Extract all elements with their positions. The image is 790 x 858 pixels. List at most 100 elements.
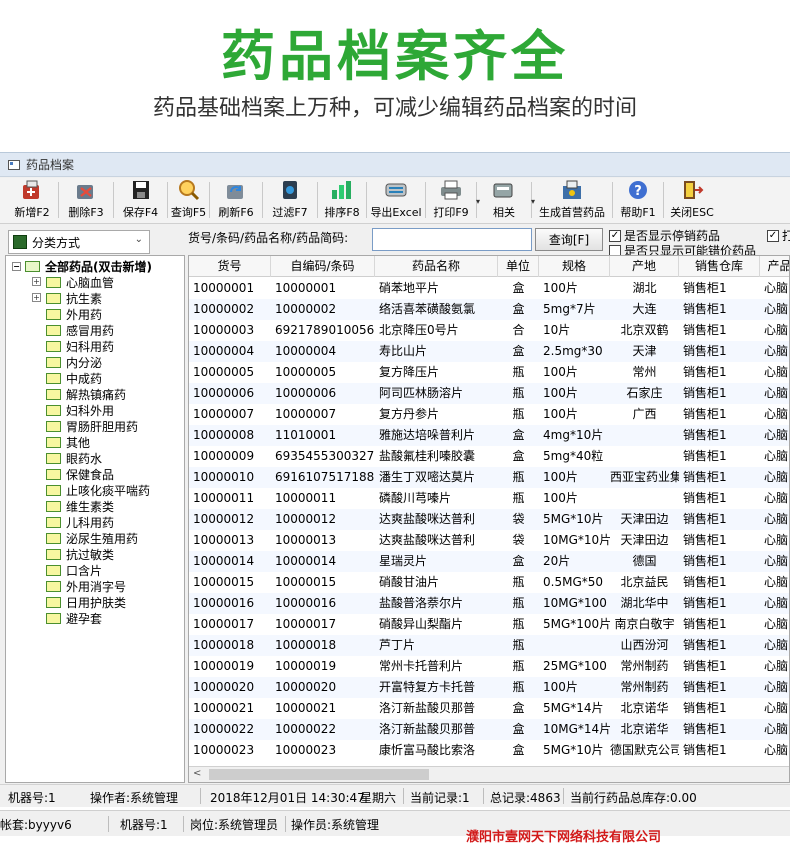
table-row[interactable]: 10000007 10000007 复方丹参片 瓶 100片 广西 销售柜1 心脑: [189, 404, 789, 425]
column-header[interactable]: 单位: [498, 256, 539, 277]
tree-item[interactable]: 妇科外用: [46, 402, 114, 418]
toolbar-label: 查询F5: [170, 206, 207, 219]
tree-item[interactable]: 解热镇痛药: [46, 386, 126, 402]
table-cell: 北京诺华: [620, 722, 669, 736]
table-row[interactable]: 10000012 10000012 达爽盐酸咪达普利 袋 5MG*10片 天津田边 销售柜1…: [189, 509, 789, 530]
table-row[interactable]: 10000006 10000006 阿司匹林肠溶片 瓶 100片 石家庄 销售柜1 心脑: [189, 383, 789, 404]
table-row[interactable]: 10000014 10000014 星瑞灵片 盒 20片 德国 销售柜1 心脑: [189, 551, 789, 572]
table-cell: 心脑: [764, 470, 789, 484]
related-button[interactable]: 相关 ▾: [479, 179, 535, 223]
folder-icon: [46, 308, 61, 320]
new-drug-button[interactable]: 新增F2: [8, 179, 56, 223]
expand-icon[interactable]: +: [32, 293, 41, 302]
tree-item[interactable]: 抗过敏类: [46, 546, 114, 562]
help-button[interactable]: ? 帮助F1: [615, 179, 661, 223]
column-header[interactable]: 自编码/条码: [271, 256, 375, 277]
query-button[interactable]: 查询[F]: [535, 228, 603, 251]
print-icon: [438, 178, 464, 202]
column-header[interactable]: 药品名称: [375, 256, 498, 277]
table-row[interactable]: 10000002 10000002 络活喜苯磺酸氨氯 盒 5mg*7片 大连 销售柜1 心脑: [189, 299, 789, 320]
tree-item[interactable]: 外用消字号: [46, 578, 126, 594]
table-row[interactable]: 10000019 10000019 常州卡托普利片 瓶 25MG*100 常州制药 销售柜1…: [189, 656, 789, 677]
table-cell: 销售柜1: [683, 701, 727, 715]
tree-item-label: 中成药: [66, 371, 103, 386]
tree-item[interactable]: 感冒用药: [46, 322, 114, 338]
table-row[interactable]: 10000008 11010001 雅施达培哚普利片 盒 4mg*10片 销售柜1 心脑: [189, 425, 789, 446]
table-row[interactable]: 10000003 6921789010056 北京降压0号片 合 10片 北京双鹤 销售柜1…: [189, 320, 789, 341]
table-row[interactable]: 10000015 10000015 硝酸甘油片 瓶 0.5MG*50 北京益民 销售柜1 心脑: [189, 572, 789, 593]
first-drug-button[interactable]: 生成首营药品: [534, 179, 610, 223]
table-cell: 瓶: [512, 659, 525, 673]
chevron-down-icon: ⌄: [134, 234, 143, 245]
table-cell: 10000013: [275, 533, 337, 547]
column-header[interactable]: 产地: [610, 256, 679, 277]
tree-item[interactable]: 心脑血管: [46, 274, 114, 290]
table-row[interactable]: 10000004 10000004 寿比山片 盒 2.5mg*30 天津 销售柜1 心脑: [189, 341, 789, 362]
tree-item[interactable]: 儿科用药: [46, 514, 114, 530]
table-row[interactable]: 10000009 6935455300327 盐酸氟桂利嗪胶囊 盒 5mg*40粒 销售柜…: [189, 446, 789, 467]
table-row[interactable]: 10000020 10000020 开富特复方卡托普 瓶 100片 常州制药 销售柜1 心脑: [189, 677, 789, 698]
table-cell: 10000021: [275, 701, 337, 715]
tree-item[interactable]: 眼药水: [46, 450, 102, 466]
extra-checkbox[interactable]: ✓ 打: [767, 227, 790, 244]
horizontal-scrollbar[interactable]: <: [189, 766, 789, 782]
tree-item[interactable]: 内分泌: [46, 354, 102, 370]
folder-icon: [46, 340, 61, 352]
status-bar: 机器号:1 操作者:系统管理 2018年12月01日 14:30:47 星期六 …: [0, 784, 790, 806]
table-row[interactable]: 10000010 6916107517188 潘生丁双嘧达莫片 瓶 100片 西亚宝药业集…: [189, 467, 789, 488]
toolbar-separator: [209, 182, 210, 218]
column-header[interactable]: 销售仓库: [679, 256, 760, 277]
tree-root[interactable]: − 全部药品(双击新增): [12, 258, 152, 275]
tree-item[interactable]: 保健食品: [46, 466, 114, 482]
toolbar-label: 相关: [493, 206, 515, 219]
collapse-icon[interactable]: −: [12, 262, 21, 271]
save-button[interactable]: 保存F4: [116, 179, 165, 223]
tree-item[interactable]: 胃肠肝胆用药: [46, 418, 138, 434]
print-button[interactable]: 打印F9 ▾: [428, 178, 480, 223]
tree-item[interactable]: 泌尿生殖用药: [46, 530, 138, 546]
table-row[interactable]: 10000001 10000001 硝苯地平片 盒 100片 湖北 销售柜1 心脑: [189, 278, 789, 299]
table-row[interactable]: 10000011 10000011 磷酸川芎嗪片 瓶 100片 销售柜1 心脑: [189, 488, 789, 509]
search-input[interactable]: [372, 228, 532, 251]
tree-item[interactable]: 维生素类: [46, 498, 114, 514]
table-cell: 德国默克公司: [610, 743, 679, 757]
tree-item[interactable]: 其他: [46, 434, 90, 450]
table-cell: 5MG*10片: [543, 743, 604, 757]
tree-item[interactable]: 抗生素: [46, 290, 102, 306]
table-row[interactable]: 10000023 10000023 康忻富马酸比索洛 盒 5MG*10片 德国默克公司 销售…: [189, 740, 789, 761]
table-row[interactable]: 10000016 10000016 盐酸普洛萘尔片 瓶 10MG*100 湖北华中 销售柜1…: [189, 593, 789, 614]
table-row[interactable]: 10000005 10000005 复方降压片 瓶 100片 常州 销售柜1 心脑: [189, 362, 789, 383]
export-excel-button[interactable]: 导出Excel: [369, 179, 423, 223]
column-header[interactable]: 规格: [539, 256, 610, 277]
column-header[interactable]: 产品: [760, 256, 789, 277]
scroll-thumb[interactable]: [209, 769, 429, 780]
delete-button[interactable]: 删除F3: [61, 179, 111, 223]
table-row[interactable]: 10000018 10000018 芦丁片 瓶 山西汾河 销售柜1 心脑: [189, 635, 789, 656]
tree-item[interactable]: 日用护肤类: [46, 594, 126, 610]
tree-item[interactable]: 口含片: [46, 562, 102, 578]
tree-item[interactable]: 外用药: [46, 306, 102, 322]
tree-item[interactable]: 避孕套: [46, 610, 102, 626]
folder-icon: [46, 548, 61, 560]
scroll-left-icon[interactable]: <: [193, 768, 201, 779]
search-button[interactable]: 查询F5: [170, 179, 207, 223]
sort-button[interactable]: 排序F8: [320, 179, 364, 223]
column-header[interactable]: 货号: [189, 256, 271, 277]
refresh-button[interactable]: 刷新F6: [212, 179, 260, 223]
classify-dropdown[interactable]: 分类方式 ⌄: [8, 230, 150, 254]
table-cell: 北京降压0号片: [379, 323, 459, 337]
close-button[interactable]: 关闭ESC: [666, 179, 718, 223]
filter-button[interactable]: 过滤F7: [265, 179, 315, 223]
tree-item[interactable]: 中成药: [46, 370, 102, 386]
table-row[interactable]: 10000017 10000017 硝酸异山梨酯片 瓶 5MG*100片 南京白敬宇 销售柜…: [189, 614, 789, 635]
expand-icon[interactable]: +: [32, 277, 41, 286]
table-row[interactable]: 10000022 10000022 洛汀新盐酸贝那普 盒 10MG*14片 北京诺华 销售柜…: [189, 719, 789, 740]
tree-item-label: 避孕套: [66, 611, 103, 626]
tree-item[interactable]: 妇科用药: [46, 338, 114, 354]
status-divider: [285, 816, 286, 832]
table-cell: 瓶: [512, 365, 525, 379]
table-row[interactable]: 10000021 10000021 洛汀新盐酸贝那普 盒 5MG*14片 北京诺华 销售柜1…: [189, 698, 789, 719]
tree-item[interactable]: 止咳化痰平喘药: [46, 482, 150, 498]
table-row[interactable]: 10000013 10000013 达爽盐酸咪达普利 袋 10MG*10片 天津田边 销售柜…: [189, 530, 789, 551]
table-cell: 广西: [632, 407, 657, 421]
